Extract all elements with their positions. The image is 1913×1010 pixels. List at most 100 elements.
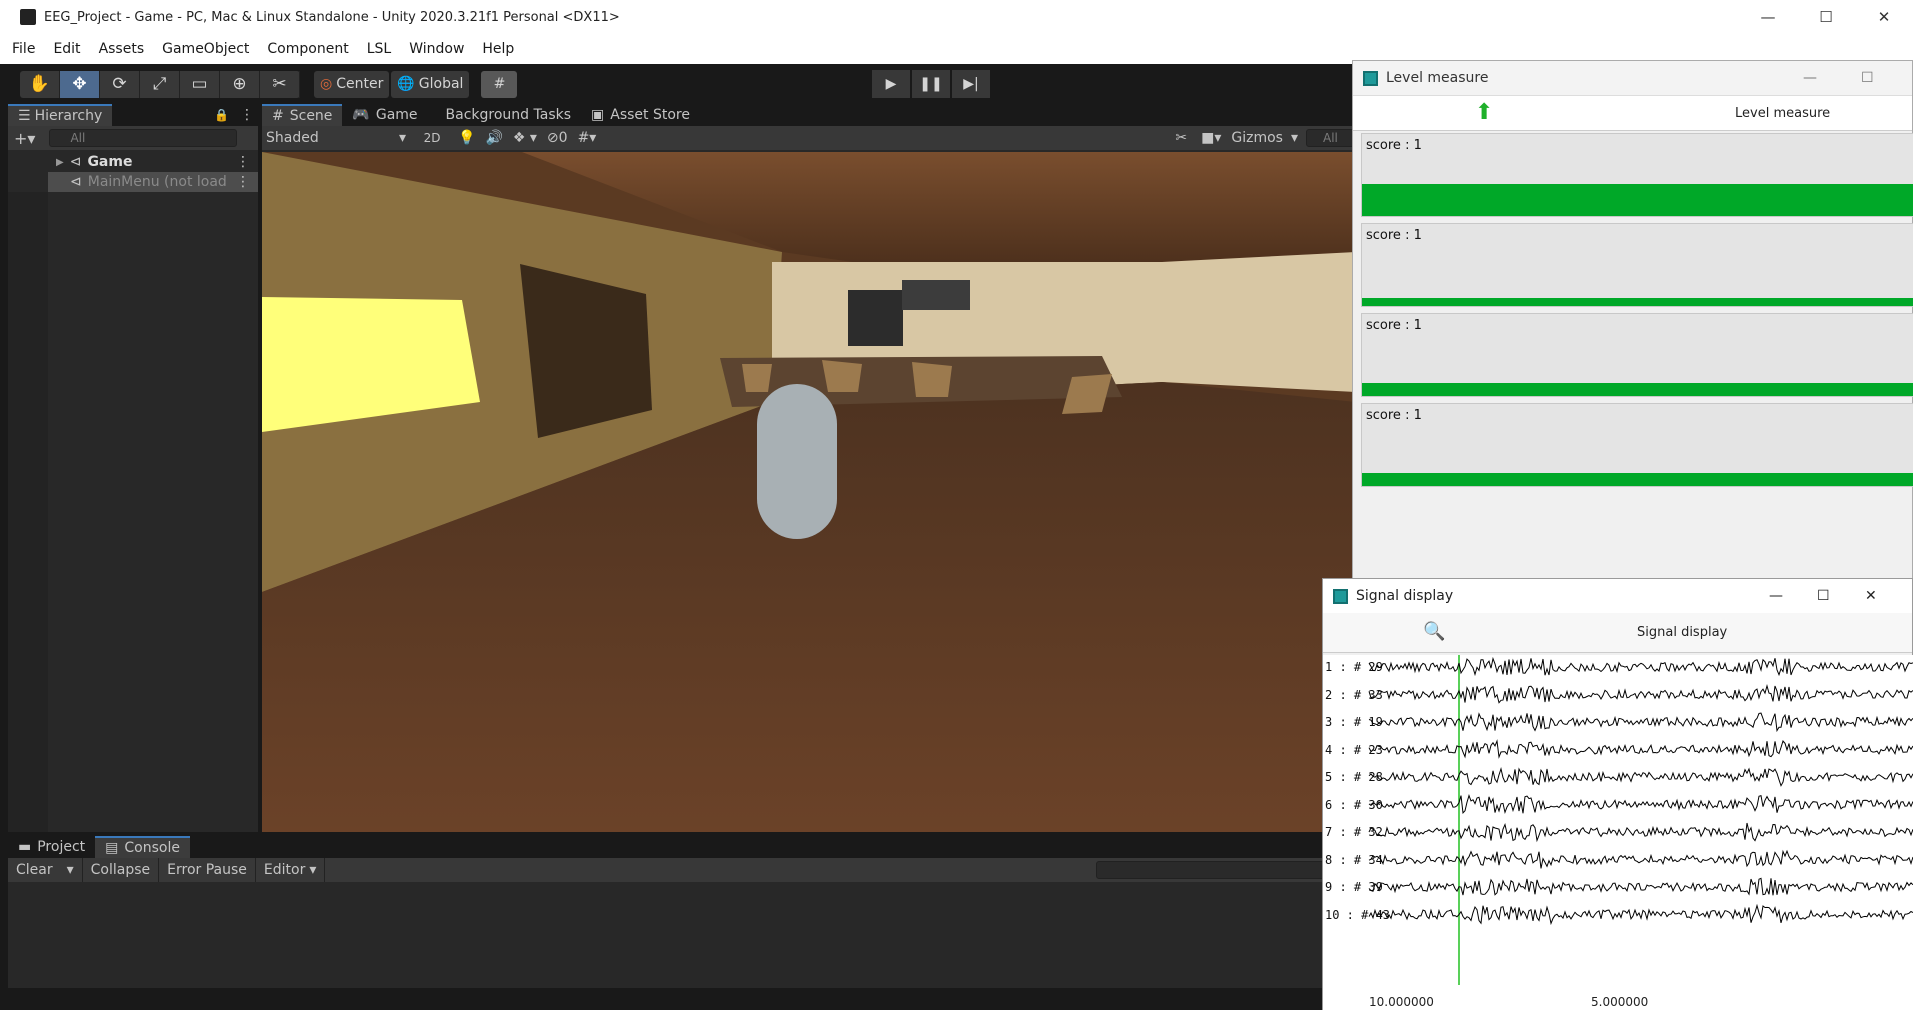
menu-lsl[interactable]: LSL [367, 41, 392, 57]
signal-display-titlebar: Signal display — ☐ ✕ [1323, 579, 1912, 613]
more-options-icon[interactable]: ⋮ [240, 107, 254, 123]
error-pause-button[interactable]: Error Pause [159, 858, 256, 882]
menu-window[interactable]: Window [409, 41, 464, 57]
maximize-button[interactable]: ☐ [1797, 0, 1855, 34]
hierarchy-search-input[interactable]: All [49, 129, 238, 147]
score-label: score : 1 [1366, 318, 1422, 333]
tools-icon[interactable]: ✂ [1175, 130, 1187, 146]
tab-scene[interactable]: # Scene [262, 104, 343, 126]
menu-component[interactable]: Component [267, 41, 348, 57]
score-bar [1362, 473, 1913, 486]
grid-toggle-icon[interactable]: #▾ [578, 130, 597, 146]
dropdown-arrow-icon[interactable]: ▾ [67, 862, 74, 878]
hierarchy-item-game[interactable]: ▶ ⊲ Game ⋮ [48, 152, 258, 172]
add-icon[interactable]: +▾ [14, 129, 35, 148]
clear-button[interactable]: Clear ▾ [8, 858, 83, 882]
scale-tool-icon[interactable]: ⤢ [140, 70, 180, 98]
scene-render [262, 152, 1356, 832]
menu-assets[interactable]: Assets [99, 41, 145, 57]
scene-viewport[interactable] [262, 152, 1356, 832]
signal-traces [1368, 655, 1913, 985]
unity-editor: EEG_Project - Game - PC, Mac & Linux Sta… [0, 0, 1913, 1010]
tab-background-tasks[interactable]: Background Tasks [435, 104, 582, 126]
shading-mode-dropdown[interactable]: Shaded ▾ [262, 130, 412, 146]
tab-console[interactable]: ▤ Console [95, 836, 190, 858]
maximize-button[interactable]: ☐ [1861, 70, 1874, 86]
more-options-icon[interactable]: ⋮ [236, 174, 250, 190]
dropdown-arrow-icon: ▾ [309, 862, 317, 878]
level-measure-titlebar: Level measure — ☐ [1353, 61, 1912, 95]
window-title: EEG_Project - Game - PC, Mac & Linux Sta… [44, 9, 620, 25]
bag-icon: ▣ [591, 107, 605, 123]
more-options-icon[interactable]: ⋮ [236, 154, 250, 170]
custom-tool-icon[interactable]: ✂ [260, 70, 300, 98]
scene-search-input[interactable]: All [1306, 129, 1356, 147]
play-icon[interactable]: ▶ [872, 70, 910, 98]
app-icon [1363, 70, 1378, 86]
tab-asset-store[interactable]: ▣ Asset Store [581, 104, 700, 126]
signal-trace [1368, 877, 1913, 896]
rotate-tool-icon[interactable]: ⟳ [100, 70, 140, 98]
audio-icon[interactable]: 🔊 [485, 130, 502, 146]
title-bar: EEG_Project - Game - PC, Mac & Linux Sta… [0, 0, 1913, 34]
score-bar [1362, 298, 1913, 306]
signal-trace [1368, 822, 1913, 843]
dropdown-arrow-icon: ▾ [1290, 130, 1298, 146]
grid-icon: # [272, 108, 284, 124]
pivot-global-button[interactable]: 🌐 Global [391, 70, 470, 98]
expand-arrow-icon[interactable]: ▶ [56, 157, 64, 168]
editor-dropdown[interactable]: Editor ▾ [256, 858, 326, 882]
lock-icon[interactable]: 🔒 [214, 108, 229, 122]
console-panel: ▬ Project ▤ Console Clear ▾ Collapse Error … [8, 836, 1356, 1010]
scene-panel: # Scene 🎮 Game Background Tasks ▣ Asset Sto… [262, 104, 1356, 832]
gamepad-icon: 🎮 [352, 107, 370, 123]
step-icon[interactable]: ▶| [952, 70, 990, 98]
score-box: score : 1 [1361, 223, 1913, 307]
score-label: score : 1 [1366, 408, 1422, 423]
hand-tool-icon[interactable]: ✋ [20, 70, 60, 98]
menu-edit[interactable]: Edit [53, 41, 80, 57]
up-arrow-icon[interactable]: ⬆ [1475, 100, 1493, 125]
signal-trace [1368, 712, 1913, 733]
tab-game[interactable]: 🎮 Game [342, 104, 428, 126]
camera-icon[interactable]: ■▾ [1201, 130, 1221, 146]
minimize-button[interactable]: — [1803, 70, 1817, 86]
transform-tool-icon[interactable]: ⊕ [220, 70, 260, 98]
score-box: score : 1 [1361, 133, 1913, 217]
rect-tool-icon[interactable]: ▭ [180, 70, 220, 98]
effects-icon[interactable]: ❖ ▾ [513, 130, 537, 146]
scene-icon: ⊲ [69, 154, 82, 170]
console-search-input[interactable] [1096, 861, 1356, 879]
signal-trace [1368, 767, 1913, 787]
grid-snap-button[interactable]: # [481, 70, 518, 98]
status-bar [8, 988, 1356, 1010]
signal-trace [1368, 656, 1913, 677]
gizmos-dropdown[interactable]: Gizmos ▾ [1231, 130, 1298, 146]
pause-icon[interactable]: ❚❚ [912, 70, 950, 98]
menu-gameobject[interactable]: GameObject [162, 41, 249, 57]
scene-icon: ⊲ [70, 174, 82, 190]
hidden-objects-icon[interactable]: ⊘0 [547, 130, 568, 146]
axis-label-right: 5.000000 [1591, 995, 1649, 1009]
menu-file[interactable]: File [12, 41, 35, 57]
pivot-center-button[interactable]: ◎ Center [314, 70, 390, 98]
tab-hierarchy[interactable]: ☰ Hierarchy [8, 104, 113, 126]
signal-plot[interactable]: 1 : # 29 2 : # 33 3 : # 19 4 : # 23 5 : # 28… [1323, 655, 1913, 1010]
zoom-icon[interactable]: 🔍 [1423, 621, 1445, 642]
toggle-2d-button[interactable]: 2D [418, 131, 446, 145]
maximize-button[interactable]: ☐ [1817, 588, 1830, 604]
close-button[interactable]: ✕ [1855, 0, 1913, 34]
minimize-button[interactable]: — [1769, 588, 1783, 604]
lighting-icon[interactable]: 💡 [458, 130, 475, 146]
close-button[interactable]: ✕ [1865, 588, 1877, 604]
hierarchy-item-mainmenu[interactable]: ⊲ MainMenu (not load ⋮ [48, 172, 258, 192]
collapse-button[interactable]: Collapse [83, 858, 160, 882]
move-tool-icon[interactable]: ✥ [60, 70, 100, 98]
minimize-button[interactable]: — [1739, 0, 1797, 34]
tab-project[interactable]: ▬ Project [8, 836, 96, 858]
signal-display-window: Signal display — ☐ ✕ 🔍 Signal display 1 … [1322, 578, 1913, 1010]
score-box: score : 1 [1361, 403, 1913, 487]
menu-help[interactable]: Help [482, 41, 514, 57]
dropdown-arrow-icon: ▾ [398, 130, 406, 146]
list-icon: ☰ [18, 108, 31, 124]
